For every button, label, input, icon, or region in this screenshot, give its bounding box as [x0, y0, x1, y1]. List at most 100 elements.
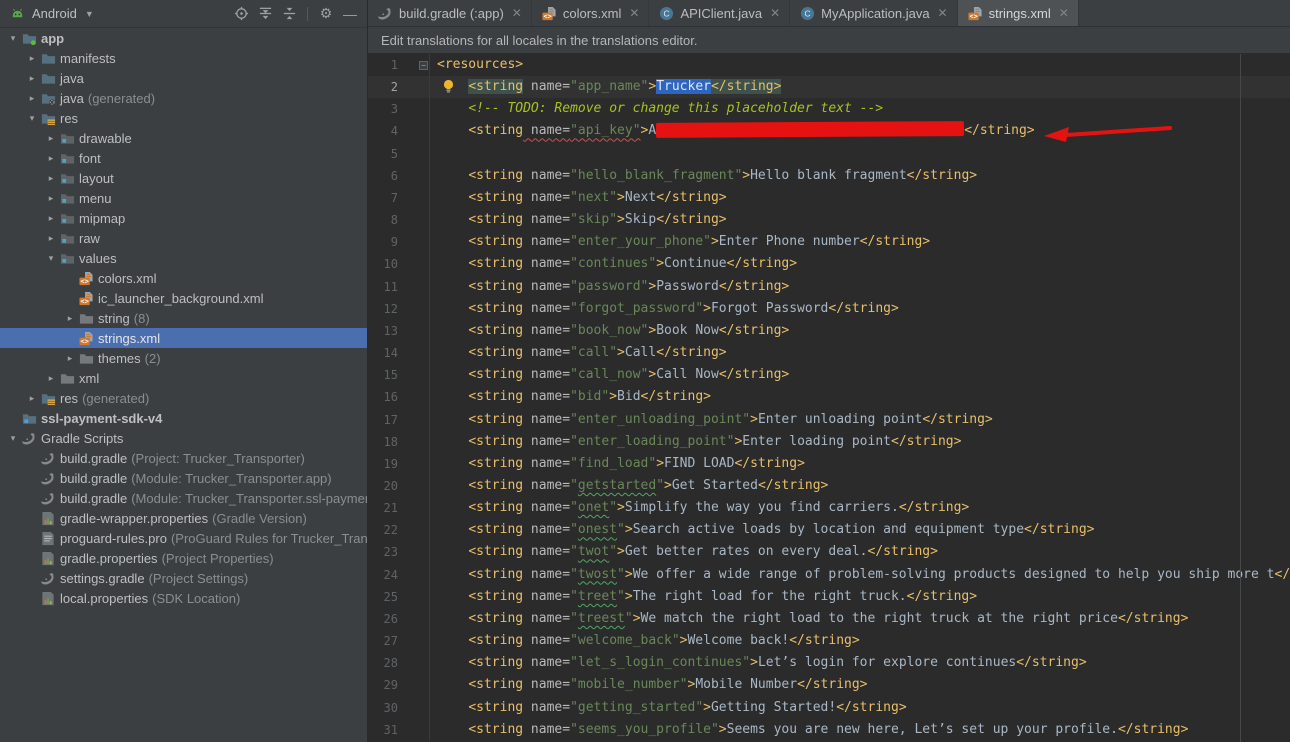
tree-item-xml[interactable]: ▸xml [0, 368, 367, 388]
tree-expanded-chevron-icon[interactable]: ▾ [25, 113, 39, 124]
tree-item-settings-gradle[interactable]: settings.gradle (Project Settings) [0, 568, 367, 588]
tree-item-font[interactable]: ▸font [0, 148, 367, 168]
tree-item-themes[interactable]: ▸themes (2) [0, 348, 367, 368]
code-line-1[interactable]: 1 −<resources> [368, 54, 1290, 76]
tree-collapsed-chevron-icon[interactable]: ▸ [63, 353, 77, 364]
code-line-20[interactable]: 20 <string name="getstarted">Get Started… [368, 475, 1290, 497]
folder-generated-icon [40, 90, 56, 106]
tree-collapsed-chevron-icon[interactable]: ▸ [44, 193, 58, 204]
tree-item-build-gradle[interactable]: build.gradle (Project: Trucker_Transport… [0, 448, 367, 468]
code-line-11[interactable]: 11 <string name="password">Password</str… [368, 276, 1290, 298]
tree-item-gradle-scripts[interactable]: ▾Gradle Scripts [0, 428, 367, 448]
code-line-9[interactable]: 9 <string name="enter_your_phone">Enter … [368, 231, 1290, 253]
code-line-21[interactable]: 21 <string name="onet">Simplify the way … [368, 497, 1290, 519]
code-line-18[interactable]: 18 <string name="enter_loading_point">En… [368, 431, 1290, 453]
tree-collapsed-chevron-icon[interactable]: ▸ [44, 153, 58, 164]
tree-item-values[interactable]: ▾values [0, 248, 367, 268]
code-line-6[interactable]: 6 <string name="hello_blank_fragment">He… [368, 165, 1290, 187]
code-line-2[interactable]: 2 <string name="app_name">Trucker</strin… [368, 76, 1290, 98]
code-line-7[interactable]: 7 <string name="next">Next</string> [368, 187, 1290, 209]
line-number: 1 [368, 54, 398, 76]
code-line-29[interactable]: 29 <string name="mobile_number">Mobile N… [368, 674, 1290, 696]
tree-collapsed-chevron-icon[interactable]: ▸ [44, 173, 58, 184]
code-text: <resources> [430, 54, 523, 76]
hide-panel-icon[interactable]: — [341, 5, 359, 23]
tree-item-mipmap[interactable]: ▸mipmap [0, 208, 367, 228]
code-line-8[interactable]: 8 <string name="skip">Skip</string> [368, 209, 1290, 231]
tree-item-raw[interactable]: ▸raw [0, 228, 367, 248]
tab-build-gradle-app-[interactable]: build.gradle (:app)✕ [368, 0, 532, 26]
code-line-17[interactable]: 17 <string name="enter_unloading_point">… [368, 409, 1290, 431]
code-line-10[interactable]: 10 <string name="continues">Continue</st… [368, 253, 1290, 275]
gutter-fold-strip [398, 541, 430, 563]
tree-expanded-chevron-icon[interactable]: ▾ [6, 433, 20, 444]
code-line-12[interactable]: 12 <string name="forgot_password">Forgot… [368, 298, 1290, 320]
project-view-selector[interactable]: Android [32, 6, 77, 21]
code-editor[interactable]: 1 −<resources>2 <string name="app_name">T… [368, 54, 1290, 742]
tree-item-layout[interactable]: ▸layout [0, 168, 367, 188]
code-line-14[interactable]: 14 <string name="call">Call</string> [368, 342, 1290, 364]
tree-collapsed-chevron-icon[interactable]: ▸ [25, 93, 39, 104]
tree-item-proguard-rules-pro[interactable]: proguard-rules.pro (ProGuard Rules for T… [0, 528, 367, 548]
tree-item-app[interactable]: ▾app [0, 28, 367, 48]
tree-item-java[interactable]: ▸java [0, 68, 367, 88]
tree-collapsed-chevron-icon[interactable]: ▸ [63, 313, 77, 324]
code-line-19[interactable]: 19 <string name="find_load">FIND LOAD</s… [368, 453, 1290, 475]
tree-item-strings-xml[interactable]: <>strings.xml [0, 328, 367, 348]
tree-item-build-gradle[interactable]: build.gradle (Module: Trucker_Transporte… [0, 488, 367, 508]
code-line-27[interactable]: 27 <string name="welcome_back">Welcome b… [368, 630, 1290, 652]
chevron-down-icon[interactable]: ▼ [85, 9, 94, 19]
tree-collapsed-chevron-icon[interactable]: ▸ [25, 73, 39, 84]
tree-item-res[interactable]: ▾res [0, 108, 367, 128]
tree-expanded-chevron-icon[interactable]: ▾ [44, 253, 58, 264]
code-line-26[interactable]: 26 <string name="treest">We match the ri… [368, 608, 1290, 630]
settings-gear-icon[interactable]: ⚙ [317, 5, 335, 23]
tree-item-java[interactable]: ▸java (generated) [0, 88, 367, 108]
code-line-15[interactable]: 15 <string name="call_now">Call Now</str… [368, 364, 1290, 386]
tree-collapsed-chevron-icon[interactable]: ▸ [44, 373, 58, 384]
collapse-all-icon[interactable] [280, 5, 298, 23]
tab-strings-xml[interactable]: <>strings.xml✕ [958, 0, 1079, 26]
tree-item-local-properties[interactable]: local.properties (SDK Location) [0, 588, 367, 608]
code-line-3[interactable]: 3 <!-- TODO: Remove or change this place… [368, 98, 1290, 120]
gutter-fold-strip [398, 453, 430, 475]
code-line-30[interactable]: 30 <string name="getting_started">Gettin… [368, 697, 1290, 719]
locate-file-icon[interactable] [232, 5, 250, 23]
tree-collapsed-chevron-icon[interactable]: ▸ [25, 53, 39, 64]
tab-colors-xml[interactable]: <>colors.xml✕ [532, 0, 650, 26]
tab-close-icon[interactable]: ✕ [1059, 6, 1069, 20]
tab-apiclient-java[interactable]: CAPIClient.java✕ [649, 0, 790, 26]
tree-item-gradle-properties[interactable]: gradle.properties (Project Properties) [0, 548, 367, 568]
code-line-13[interactable]: 13 <string name="book_now">Book Now</str… [368, 320, 1290, 342]
intention-bulb-icon[interactable] [442, 79, 455, 98]
tree-item-drawable[interactable]: ▸drawable [0, 128, 367, 148]
tree-item-string[interactable]: ▸string (8) [0, 308, 367, 328]
code-line-31[interactable]: 31 <string name="seems_you_profile">Seem… [368, 719, 1290, 741]
tree-item-colors-xml[interactable]: <>colors.xml [0, 268, 367, 288]
tree-item-menu[interactable]: ▸menu [0, 188, 367, 208]
tab-close-icon[interactable]: ✕ [770, 6, 780, 20]
tab-close-icon[interactable]: ✕ [938, 6, 948, 20]
tab-close-icon[interactable]: ✕ [512, 6, 522, 20]
tree-item-build-gradle[interactable]: build.gradle (Module: Trucker_Transporte… [0, 468, 367, 488]
code-line-24[interactable]: 24 <string name="twost">We offer a wide … [368, 564, 1290, 586]
tree-item-manifests[interactable]: ▸manifests [0, 48, 367, 68]
tree-collapsed-chevron-icon[interactable]: ▸ [44, 233, 58, 244]
tab-close-icon[interactable]: ✕ [629, 6, 639, 20]
tree-item-gradle-wrapper-properties[interactable]: gradle-wrapper.properties (Gradle Versio… [0, 508, 367, 528]
expand-all-icon[interactable] [256, 5, 274, 23]
tree-collapsed-chevron-icon[interactable]: ▸ [44, 133, 58, 144]
fold-marker-icon[interactable]: − [419, 61, 428, 70]
tree-item-res[interactable]: ▸res (generated) [0, 388, 367, 408]
tree-expanded-chevron-icon[interactable]: ▾ [6, 33, 20, 44]
code-line-28[interactable]: 28 <string name="let_s_login_continues">… [368, 652, 1290, 674]
code-line-22[interactable]: 22 <string name="onest">Search active lo… [368, 519, 1290, 541]
tree-item-ic-launcher-background-xml[interactable]: <>ic_launcher_background.xml [0, 288, 367, 308]
tree-collapsed-chevron-icon[interactable]: ▸ [44, 213, 58, 224]
tree-collapsed-chevron-icon[interactable]: ▸ [25, 393, 39, 404]
code-line-25[interactable]: 25 <string name="treet">The right load f… [368, 586, 1290, 608]
code-line-16[interactable]: 16 <string name="bid">Bid</string> [368, 386, 1290, 408]
tree-item-ssl-payment-sdk-v4[interactable]: ssl-payment-sdk-v4 [0, 408, 367, 428]
code-line-23[interactable]: 23 <string name="twot">Get better rates … [368, 541, 1290, 563]
tab-myapplication-java[interactable]: CMyApplication.java✕ [790, 0, 957, 26]
